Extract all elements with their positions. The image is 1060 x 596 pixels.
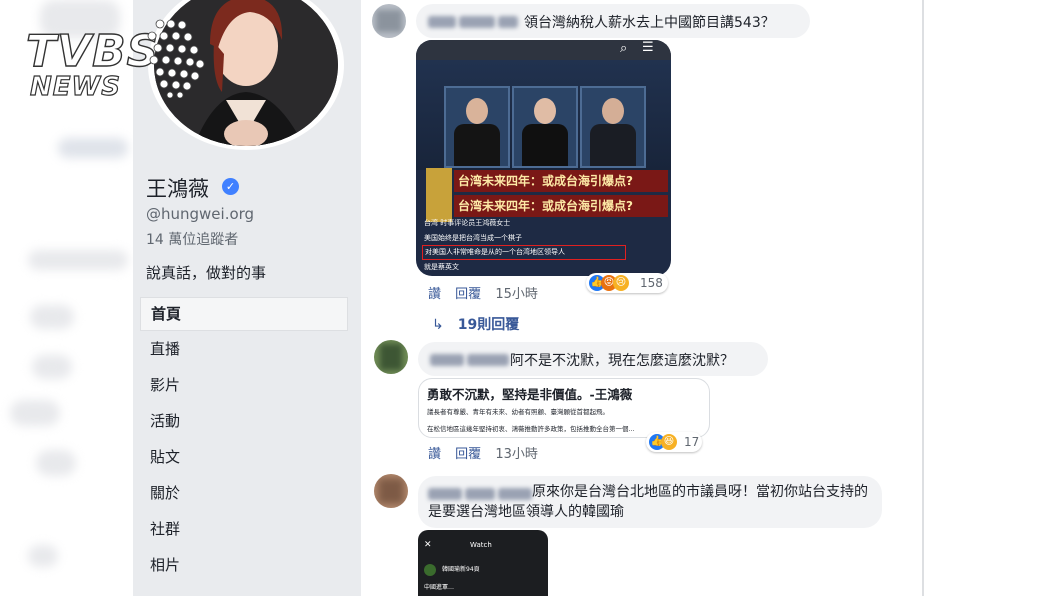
haha-reaction-icon: 😆 [661,434,677,450]
menu-icon: ☰ [642,40,654,55]
subtitle-line-2: 美国始终是把台湾当成一个棋子 [424,234,522,242]
comment-time[interactable]: 15小時 [495,287,538,302]
profile-nav: 首頁 直播 影片 活動 貼文 關於 社群 相片 [140,297,348,583]
like-link[interactable]: 讚 [428,447,441,462]
comment-text: 原來你是台灣台北地區的市議員呀！當初你站台支持的是要選台灣地區領導人的韓國瑜 [428,484,868,520]
comment-bubble: 阿不是不沈默，現在怎麼這麼沈默？ [418,342,768,376]
commenter-name[interactable] [430,352,512,368]
view-replies[interactable]: ↳ 19則回覆 [432,314,529,334]
blurred-shape [28,545,58,567]
shared-quote-card[interactable]: 勇敢不沉默，堅持是非價值。-王鴻薇 議長者有尊嚴、青年有未來、幼者有照顧、臺灣願… [418,378,710,438]
profile-name[interactable]: 王鴻薇 [146,173,209,203]
profile-bio: 說真話，做對的事 [146,264,267,282]
nav-item-videos[interactable]: 影片 [140,367,348,403]
nav-item-community[interactable]: 社群 [140,511,348,547]
nav-item-photos[interactable]: 相片 [140,547,348,583]
nav-item-events[interactable]: 活動 [140,403,348,439]
subtitle-line-3: 对美国人非常唯命是从的一个台湾地区领导人 [422,245,626,260]
sad-reaction-icon: 😢 [613,275,629,291]
nav-item-about[interactable]: 關於 [140,475,348,511]
watch-header: Watch [470,541,492,549]
logo-dots-icon [147,19,205,98]
comment-bubble: 原來你是台灣台北地區的市議員呀！當初你站台支持的是要選台灣地區領導人的韓國瑜 [418,476,882,528]
reaction-count: 158 [640,276,663,290]
comment-text: 阿不是不沈默，現在怎麼這麼沈默？ [510,353,734,369]
blurred-shape [10,400,60,426]
page-name: 韓國瑜新94頁 [442,566,480,573]
commenter-avatar[interactable] [372,4,406,38]
image-topbar [416,40,671,60]
followers-count: 14 萬位追蹤者 [146,232,239,248]
search-icon: ⌕ [620,41,628,56]
caption-line-2: 台湾未来四年：或成台海引爆点? [454,195,668,217]
reply-link[interactable]: 回覆 [455,287,481,302]
nav-item-home[interactable]: 首頁 [140,297,348,331]
comment-actions: 讚 回覆 15小時 [428,283,548,302]
comment-time[interactable]: 13小時 [495,447,538,462]
panel-woman-center [512,86,578,168]
reply-arrow-icon: ↳ [432,317,444,333]
commenter-avatar[interactable] [374,340,408,374]
subtitle-line-1: 台湾 时事评论员王鸿薇女士 [424,219,511,227]
quote-line-1: 議長者有尊嚴、青年有未來、幼者有照顧、臺灣願從首都起飛。 [427,408,609,416]
quote-line-2: 在松信地區這幾年堅持初衷、鴻薇推動許多政策，包括推動全台第一個... [427,425,635,433]
replies-count-link[interactable]: 19則回覆 [458,317,519,333]
panel-woman-left [444,86,510,168]
post-snippet: 中國進軍… [424,584,455,591]
comment-text: 領台灣納稅人薪水去上中國節目講543？ [524,15,775,31]
profile-handle[interactable]: @hungwei.org [146,205,254,223]
blurred-shape [58,138,128,158]
blurred-shape [36,450,76,476]
commenter-name[interactable] [428,14,521,30]
comment-bubble: 領台灣納稅人薪水去上中國節目講543？ [416,4,810,38]
close-icon: ✕ [424,540,432,550]
right-column [924,0,1060,596]
panel-man-right [580,86,646,168]
verified-badge-icon: ✓ [222,178,239,195]
blurred-shape [28,250,128,270]
nav-item-posts[interactable]: 貼文 [140,439,348,475]
reaction-summary[interactable]: 👍 😆 17 [646,432,702,452]
page-avatar [424,564,436,576]
reaction-count: 17 [684,435,700,449]
quote-title: 勇敢不沉默，堅持是非價值。-王鴻薇 [427,387,633,402]
reaction-summary[interactable]: 👍 😡 😢 158 [586,273,668,293]
commenter-avatar[interactable] [374,474,408,508]
caption-line-1: 台湾未来四年：或成台海引爆点? [454,170,668,192]
blurred-shape [30,305,74,329]
blurred-shape [32,355,72,379]
comment-image-screenshot[interactable]: ✕ Watch 韓國瑜新94頁 中國進軍… [418,530,548,596]
comment-image-screenshot[interactable]: ⌕ ☰ 台湾未来四年：或成台海引爆点? 台湾未来四年：或成台海引爆点? 台湾 时… [416,40,671,276]
subtitle-line-4: 就是蔡英文 [424,263,459,271]
nav-item-live[interactable]: 直播 [140,331,348,367]
comment-actions: 讚 回覆 13小時 [428,443,548,462]
like-link[interactable]: 讚 [428,287,441,302]
caption-logo [426,168,452,222]
reply-link[interactable]: 回覆 [455,447,481,462]
